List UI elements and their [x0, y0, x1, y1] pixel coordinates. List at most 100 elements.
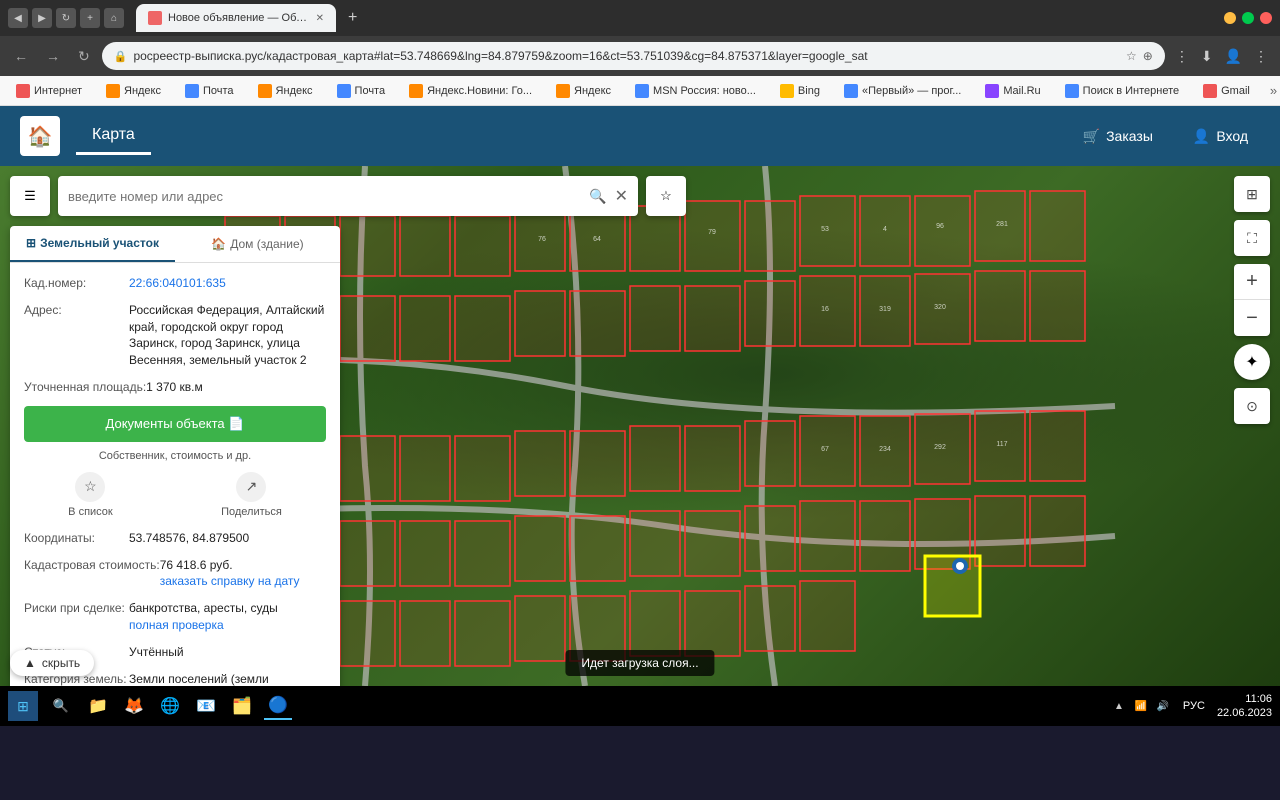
menu-btn-browser[interactable]: ⋮	[1250, 44, 1272, 69]
fwd-nav-btn[interactable]: →	[40, 44, 66, 68]
layers-btn[interactable]: ⊞	[1234, 176, 1270, 212]
tab-bar: ◀ ▶ ↻ + ⌂ Новое объявление — Объявле... …	[0, 0, 1280, 36]
bookmark-label: Яндекс.Новини: Го...	[427, 85, 532, 97]
nav-map[interactable]: Карта	[76, 118, 151, 155]
fullscreen-icon: ⛶	[1247, 230, 1257, 247]
bookmark-icon	[985, 84, 999, 98]
fwd-browser-btn[interactable]: ▶	[32, 8, 52, 28]
tab-building[interactable]: 🏠 Дом (здание)	[175, 226, 340, 262]
download-btn[interactable]: ⬇	[1197, 44, 1217, 69]
new-tab-btn[interactable]: +	[80, 8, 100, 28]
taskbar-icon-4[interactable]: 📧	[192, 692, 220, 720]
refresh-btn[interactable]: ↻	[56, 8, 76, 28]
address-bar[interactable]: 🔒 росреестр-выписка.рус/кадастровая_карт…	[102, 42, 1165, 70]
panel-body: Кад.номер: 22:66:040101:635 Адрес: Росси…	[10, 263, 340, 686]
tab-close-icon[interactable]: ✕	[316, 13, 324, 24]
windows-icon: ⊞	[17, 698, 29, 715]
close-btn[interactable]	[1260, 12, 1272, 24]
back-nav-btn[interactable]: ←	[8, 44, 34, 68]
systray-chevron[interactable]: ▲	[1111, 698, 1127, 714]
cadastre-number-label: Кад.номер:	[24, 275, 129, 292]
land-icon: ⊞	[26, 236, 36, 250]
hide-panel-btn[interactable]: ▲ скрыть	[10, 650, 94, 676]
new-tab-plus[interactable]: +	[340, 9, 365, 27]
bookmark-label: Mail.Ru	[1003, 85, 1040, 97]
bookmarks-bar: Интернет Яндекс Почта Яндекс Почта Яндек…	[0, 76, 1280, 106]
bookmark-yandex1[interactable]: Яндекс	[98, 82, 169, 100]
add-to-list-btn[interactable]: ☆ В список	[68, 472, 113, 518]
star-icon: ☆	[660, 188, 672, 204]
loading-text: Идет загрузка слоя...	[581, 656, 698, 670]
bookmark-msn[interactable]: MSN Россия: ново...	[627, 82, 764, 100]
land-category-value: Земли поселений (земли населённых пункто…	[129, 671, 326, 686]
docs-btn[interactable]: Документы объекта 📄	[24, 406, 326, 442]
tab-land-plot[interactable]: ⊞ Земельный участок	[10, 226, 175, 262]
info-panel: ⊞ Земельный участок 🏠 Дом (здание) Кад.н…	[10, 226, 340, 686]
network-icon: 📶	[1133, 698, 1149, 714]
refresh-nav-btn[interactable]: ↻	[72, 44, 96, 69]
svg-text:79: 79	[708, 229, 716, 236]
back-browser-btn[interactable]: ◀	[8, 8, 28, 28]
taskbar-search-btn[interactable]: 🔍	[46, 691, 76, 721]
bookmark-label: Поиск в Интернете	[1083, 85, 1179, 97]
search-box[interactable]: 🔍 ✕	[58, 176, 638, 216]
volume-icon: 🔊	[1155, 698, 1171, 714]
bookmark-internet[interactable]: Интернет	[8, 82, 90, 100]
home-btn[interactable]: ⌂	[104, 8, 124, 28]
extensions-btn[interactable]: ⋮	[1171, 44, 1193, 69]
bookmark-star-icon[interactable]: ☆	[1126, 49, 1137, 63]
favorites-btn[interactable]: ☆	[646, 176, 686, 216]
taskbar-icon-5[interactable]: 🗂️	[228, 692, 256, 720]
bookmark-label: Яндекс	[276, 85, 313, 97]
cadastre-number-value[interactable]: 22:66:040101:635	[129, 275, 226, 292]
star-action-icon: ☆	[75, 472, 105, 502]
start-btn[interactable]: ⊞	[8, 691, 38, 721]
bookmark-label: «Первый» — прог...	[862, 85, 961, 97]
extension-icon[interactable]: ⊕	[1143, 49, 1153, 63]
bookmark-icon	[16, 84, 30, 98]
taskbar-icon-2[interactable]: 🦊	[120, 692, 148, 720]
app-logo[interactable]: 🏠	[20, 116, 60, 156]
search-clear-icon[interactable]: ✕	[615, 186, 628, 206]
bookmark-icon	[635, 84, 649, 98]
browser-chrome: ◀ ▶ ↻ + ⌂ Новое объявление — Объявле... …	[0, 0, 1280, 106]
bookmark-search[interactable]: Поиск в Интернете	[1057, 82, 1187, 100]
profile-btn[interactable]: 👤	[1221, 44, 1246, 69]
location-btn[interactable]: ⊙	[1234, 388, 1270, 424]
cart-btn[interactable]: 🛒 Заказы	[1071, 122, 1165, 151]
active-tab[interactable]: Новое объявление — Объявле... ✕	[136, 4, 336, 32]
bookmark-perviy[interactable]: «Первый» — прог...	[836, 82, 969, 100]
language-indicator[interactable]: РУС	[1179, 700, 1209, 712]
map-wrapper[interactable]: 255256 108 76 64 79 53 4 96 281 16 319 3…	[0, 166, 1280, 686]
cadastre-cost-link[interactable]: заказать справку на дату	[160, 574, 300, 588]
search-input[interactable]	[68, 189, 581, 204]
bookmarks-more-icon[interactable]: »	[1266, 83, 1280, 98]
bookmark-icon	[106, 84, 120, 98]
sidebar-menu-btn[interactable]: ☰	[10, 176, 50, 216]
address-row: Адрес: Российская Федерация, Алтайский к…	[24, 302, 326, 369]
bookmark-yandex2[interactable]: Яндекс	[250, 82, 321, 100]
app-container: 🏠 Карта 🛒 Заказы 👤 Вход	[0, 106, 1280, 686]
search-icon[interactable]: 🔍	[589, 188, 606, 205]
zoom-in-btn[interactable]: +	[1234, 264, 1270, 300]
risks-link[interactable]: полная проверка	[129, 618, 224, 632]
zoom-out-btn[interactable]: −	[1234, 300, 1270, 336]
compass-btn[interactable]: ✦	[1234, 344, 1270, 380]
bookmark-mail2[interactable]: Почта	[329, 82, 394, 100]
taskbar-icon-3[interactable]: 🌐	[156, 692, 184, 720]
taskbar-active-chrome[interactable]: 🔵	[264, 692, 292, 720]
bookmark-mailru[interactable]: Mail.Ru	[977, 82, 1048, 100]
bookmark-gmail[interactable]: Gmail	[1195, 82, 1258, 100]
taskbar-icon-1[interactable]: 📁	[84, 692, 112, 720]
maximize-btn[interactable]	[1242, 12, 1254, 24]
fullscreen-btn[interactable]: ⛶	[1234, 220, 1270, 256]
user-icon: 👤	[1193, 128, 1210, 145]
bookmark-label: Почта	[355, 85, 386, 97]
bookmark-yandex-news[interactable]: Яндекс.Новини: Го...	[401, 82, 540, 100]
bookmark-bing[interactable]: Bing	[772, 82, 828, 100]
login-btn[interactable]: 👤 Вход	[1181, 122, 1260, 151]
bookmark-mail1[interactable]: Почта	[177, 82, 242, 100]
minimize-btn[interactable]	[1224, 12, 1236, 24]
bookmark-yandex3[interactable]: Яндекс	[548, 82, 619, 100]
share-btn[interactable]: ↗ Поделиться	[221, 472, 282, 518]
